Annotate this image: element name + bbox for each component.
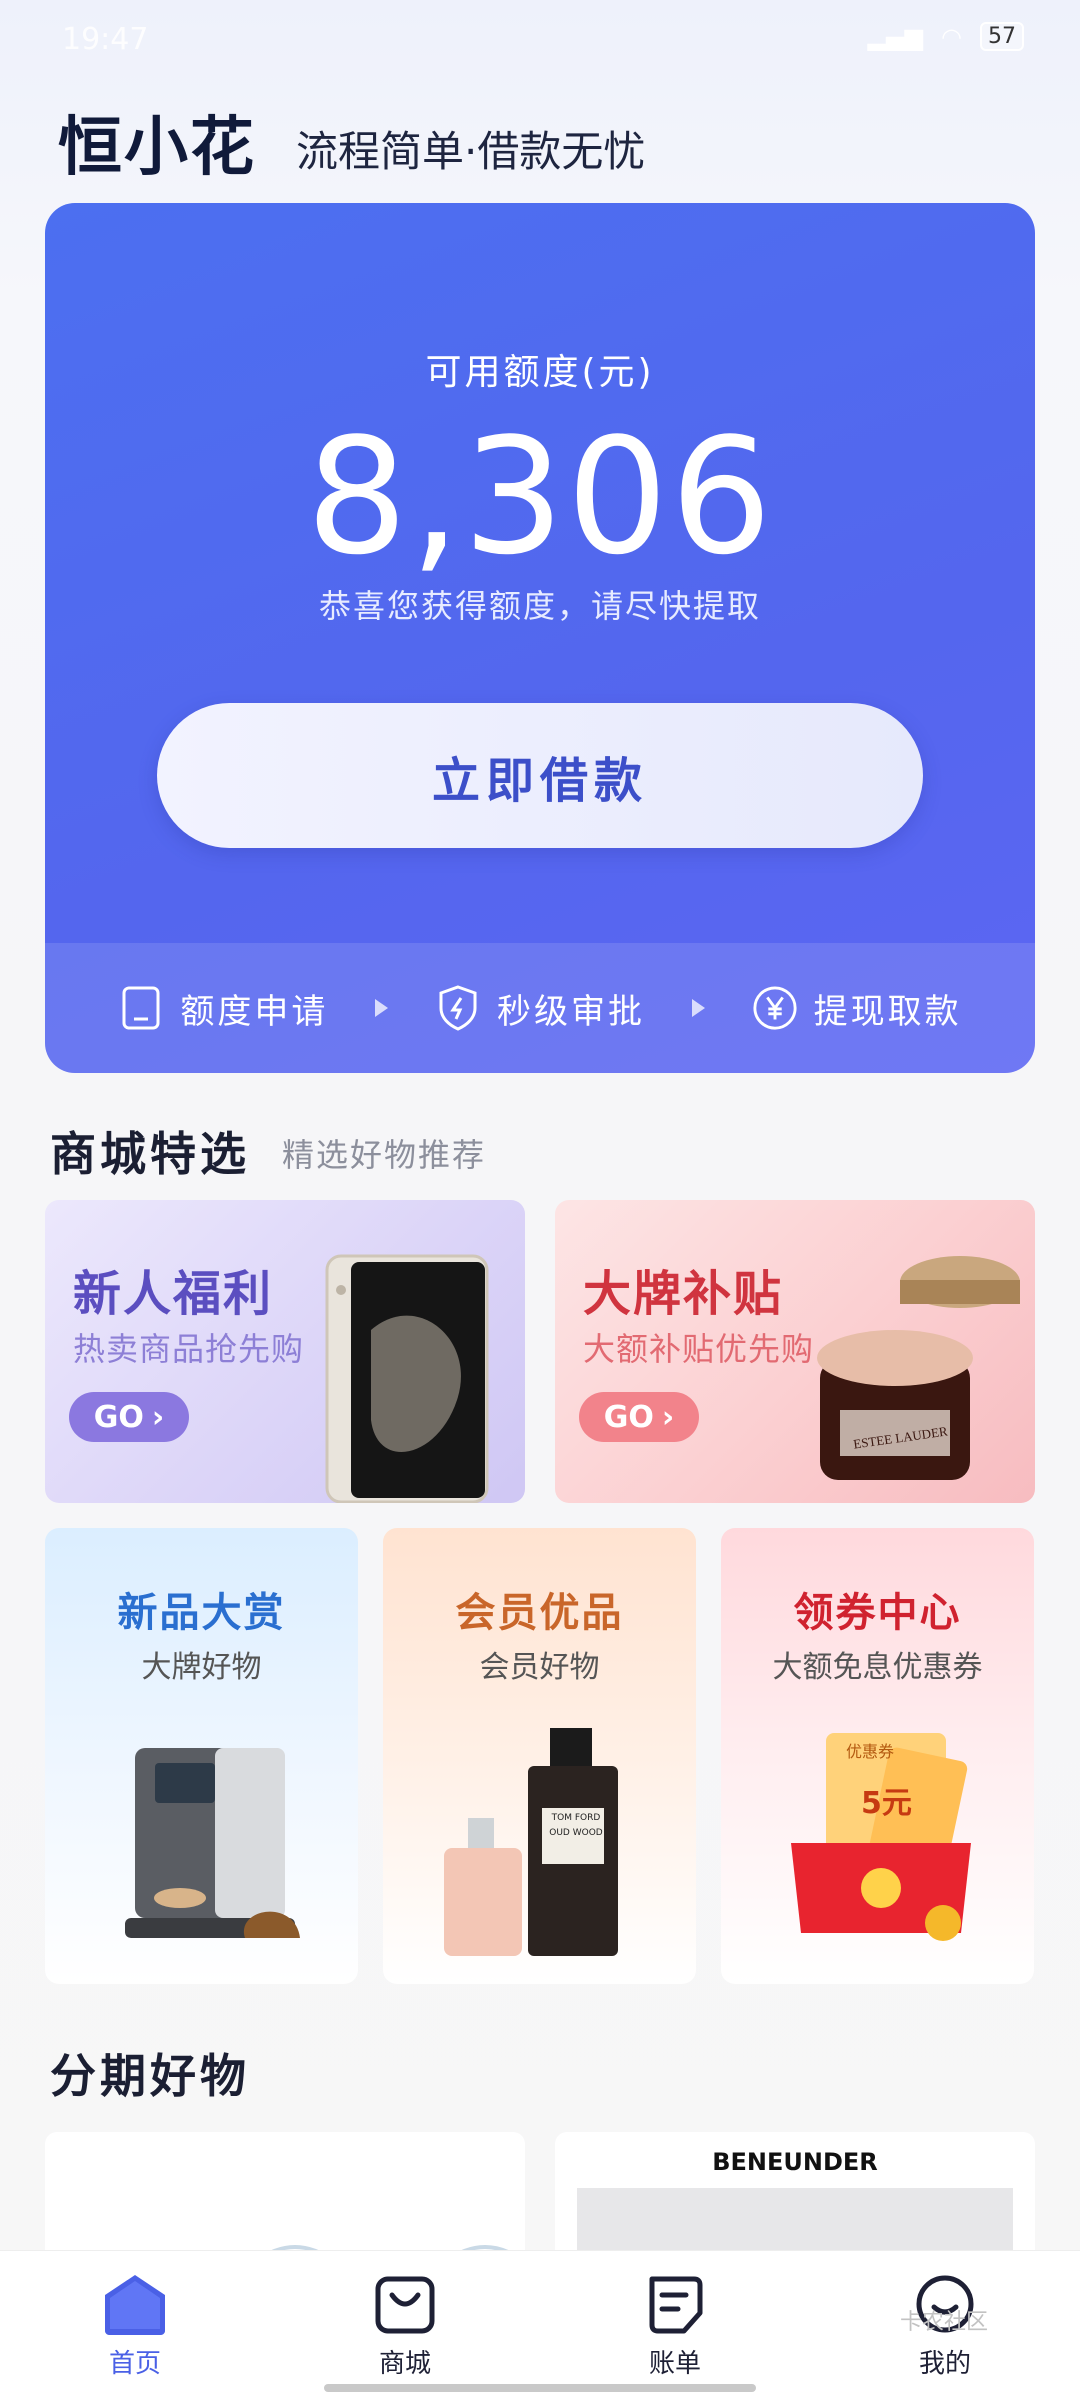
promo-subsidy-title: 大牌补贴 [583, 1266, 784, 1322]
mall-section-title: 商城特选 [50, 1127, 250, 1181]
status-time: 19:47 [62, 22, 149, 57]
yuan-icon [752, 985, 798, 1031]
battery-icon: 57 [980, 22, 1024, 51]
bill-icon [649, 2276, 703, 2334]
step-approve: 秒级审批 [435, 984, 645, 1033]
cream-jar-image [817, 1256, 1020, 1480]
new-arrivals-subtitle: 大牌好物 [141, 1650, 262, 1685]
promo-brand-subsidy-tile[interactable]: 大牌补贴 大额补贴优先购 GO › ESTEE LAUDER [555, 1200, 1035, 1503]
product-brand: BENEUNDER [712, 2148, 878, 2176]
step-withdraw-label: 提现取款 [813, 991, 962, 1032]
credit-card: 可用额度(元) 8,306 恭喜您获得额度，请尽快提取 立即借款 额度申请 秒级… [45, 203, 1035, 1073]
credit-amount: 8,306 [305, 403, 775, 590]
nav-bill[interactable]: 账单 [575, 2273, 775, 2380]
credit-label: 可用额度(元) [425, 352, 655, 393]
nav-home[interactable]: 首页 [35, 2273, 235, 2380]
step-apply-label: 额度申请 [180, 991, 329, 1032]
coupon-center-tile[interactable]: 领券中心 大额免息优惠券 优惠券 5元 [721, 1528, 1034, 1984]
credit-tip: 恭喜您获得额度，请尽快提取 [318, 587, 761, 625]
coupon-center-title: 领券中心 [793, 1590, 962, 1636]
brand-logo: 恒小花 [58, 111, 256, 185]
promo-newcomer-title: 新人福利 [73, 1266, 274, 1322]
phone-icon [118, 985, 164, 1031]
coffee-machine-image [125, 1748, 300, 1938]
perfume-brand-text: TOM FORD [551, 1813, 601, 1823]
perfume-name-text: OUD WOOD [549, 1828, 603, 1838]
promo-newcomer-subtitle: 热卖商品抢先购 [73, 1330, 305, 1368]
installment-section-title: 分期好物 [50, 2049, 250, 2103]
brand-slogan: 流程简单·借款无忧 [296, 127, 646, 176]
go-label: GO [603, 1399, 654, 1435]
coupon-label-text: 优惠券 [846, 1742, 895, 1761]
new-arrivals-tile[interactable]: 新品大赏 大牌好物 [45, 1528, 358, 1984]
borrow-now-button[interactable]: 立即借款 [157, 703, 923, 848]
go-label: GO [93, 1399, 144, 1435]
nav-profile-label: 我的 [918, 2349, 971, 2379]
tablet-image [325, 1254, 489, 1503]
member-goods-subtitle: 会员好物 [479, 1650, 600, 1685]
shopping-bag-icon [375, 2276, 435, 2334]
home-icon [105, 2275, 165, 2335]
step-approve-label: 秒级审批 [496, 991, 645, 1032]
shield-icon [435, 985, 481, 1031]
promo-subsidy-go-button[interactable]: GO › [579, 1392, 699, 1442]
promo-newcomer-tile[interactable]: 新人福利 热卖商品抢先购 GO › [45, 1200, 525, 1503]
step-arrow-icon [691, 999, 705, 1017]
chevron-right-icon: › [661, 1399, 675, 1435]
signal-icon: ▂▄▆ [867, 22, 924, 51]
member-goods-title: 会员优品 [455, 1590, 624, 1636]
member-goods-tile[interactable]: 会员优品 会员好物 TOM FORD OUD WOOD [383, 1528, 696, 1984]
home-indicator[interactable] [324, 2384, 756, 2392]
new-arrivals-title: 新品大赏 [117, 1590, 286, 1636]
nav-home-label: 首页 [108, 2349, 161, 2379]
process-steps: 额度申请 秒级审批 提现取款 [45, 943, 1035, 1073]
watermark: 卡农社区 [900, 2310, 989, 2335]
nav-mall[interactable]: 商城 [305, 2273, 505, 2380]
status-icons: ▂▄▆ ◠ 57 [868, 22, 1024, 51]
step-apply: 额度申请 [118, 984, 328, 1033]
perfume-image [444, 1728, 618, 1956]
coupon-value-text: 5元 [861, 1786, 912, 1821]
step-arrow-icon [375, 999, 389, 1017]
mall-section-subtitle: 精选好物推荐 [282, 1136, 487, 1174]
coupon-center-subtitle: 大额免息优惠券 [772, 1650, 983, 1685]
step-withdraw: 提现取款 [752, 984, 962, 1033]
status-bar: 19:47 ▂▄▆ ◠ 57 [0, 0, 1080, 80]
wifi-icon: ◠ [941, 22, 962, 51]
chevron-right-icon: › [151, 1399, 165, 1435]
nav-bill-label: 账单 [648, 2349, 701, 2379]
nav-mall-label: 商城 [378, 2349, 431, 2379]
promo-newcomer-go-button[interactable]: GO › [69, 1392, 189, 1442]
